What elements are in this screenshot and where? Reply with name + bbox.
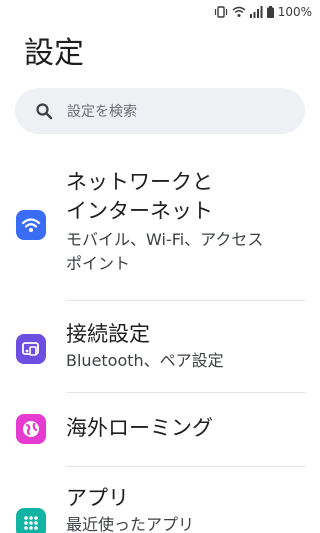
settings-item-apps[interactable]: アプリ 最近使ったアプリ [0,466,320,533]
apps-icon [16,508,46,533]
battery-icon [266,6,274,18]
settings-item-subtitle: モバイル、Wi-Fi、アクセス [66,230,264,249]
settings-item-title: 接続設定 [66,322,150,346]
settings-screen: 100% 設定 設定を検索 ネットワークと インターネット モバイル、Wi-Fi… [0,0,320,533]
wifi-status-icon [232,6,246,18]
wifi-icon [16,210,46,240]
vibrate-icon [214,6,228,18]
search-icon [35,102,53,120]
settings-item-subtitle: 最近使ったアプリ [66,515,195,533]
settings-item-roaming[interactable]: 海外ローミング [0,392,320,466]
settings-item-title: ネットワークと [66,170,213,194]
settings-item-connected-devices[interactable]: 接続設定 Bluetooth、ペア設定 [0,300,320,392]
signal-icon [249,6,263,18]
settings-item-title: インターネット [66,199,213,223]
search-bar[interactable]: 設定を検索 [15,88,305,134]
search-placeholder: 設定を検索 [67,104,137,120]
settings-item-subtitle: ポイント [66,254,131,273]
connected-devices-icon [16,334,46,364]
globe-icon [16,414,46,444]
battery-percentage: 100% [277,5,312,19]
status-bar: 100% [0,0,320,24]
page-title: 設定 [24,36,84,71]
settings-item-title: 海外ローミング [66,416,213,440]
settings-item-title: アプリ [66,486,129,510]
settings-list: ネットワークと インターネット モバイル、Wi-Fi、アクセス ポイント 接続設… [0,160,320,533]
settings-item-network[interactable]: ネットワークと インターネット モバイル、Wi-Fi、アクセス ポイント [0,160,320,300]
settings-item-subtitle: Bluetooth、ペア設定 [66,351,224,370]
